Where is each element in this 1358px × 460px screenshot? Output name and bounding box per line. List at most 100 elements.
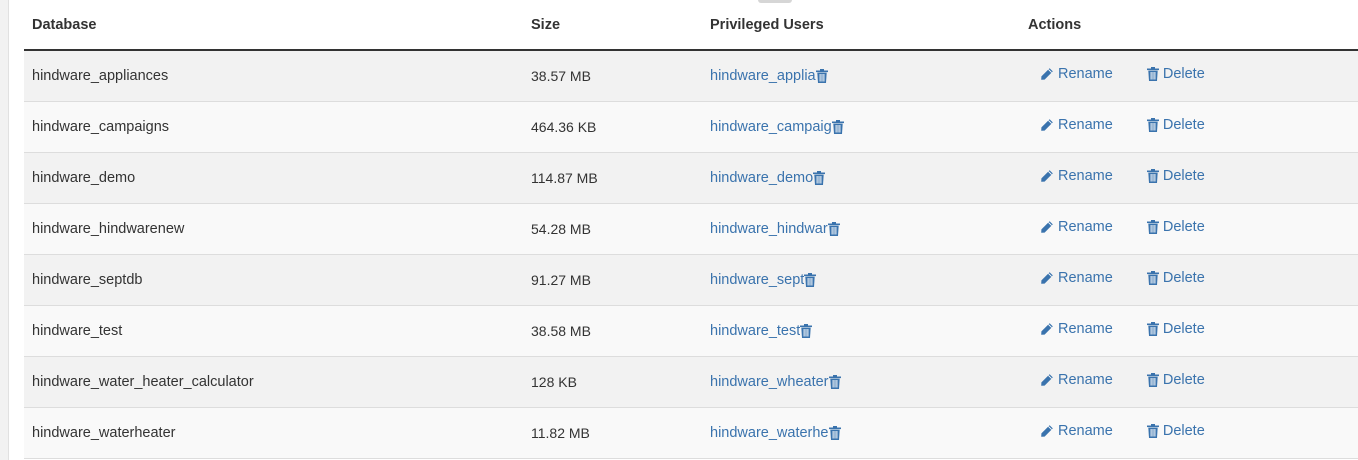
delete-label: Delete [1162, 423, 1205, 439]
delete-button[interactable]: Delete [1146, 168, 1205, 184]
privileged-user: hindware_campaig [710, 119, 844, 135]
database-name: hindware_appliances [24, 50, 523, 102]
privileged-users-cell: hindware_demo [702, 152, 1020, 204]
delete-label: Delete [1162, 270, 1205, 286]
actions-cell: Rename Delete [1020, 203, 1358, 255]
table-row: hindware_hindwarenew 54.28 MB hindware_h… [24, 203, 1358, 255]
privileged-user: hindware_test [710, 323, 813, 339]
trash-icon [1146, 322, 1159, 336]
table-row: hindware_campaigns 464.36 KB hindware_ca… [24, 101, 1358, 153]
delete-button[interactable]: Delete [1146, 270, 1205, 286]
trash-icon[interactable] [831, 119, 844, 134]
rename-button[interactable]: Rename [1040, 321, 1113, 337]
trash-icon [1146, 67, 1159, 82]
delete-label: Delete [1162, 168, 1205, 184]
database-size: 54.28 MB [523, 203, 702, 255]
pencil-icon [1040, 67, 1054, 81]
privileged-user-link[interactable]: hindware_campaig [710, 119, 832, 135]
table-row: hindware_waterheater 11.82 MB hindware_w… [24, 407, 1358, 459]
privileged-user-link[interactable]: hindware_demo [710, 170, 813, 186]
actions-cell: Rename Delete [1020, 152, 1358, 204]
rename-button[interactable]: Rename [1040, 219, 1113, 235]
actions-cell: Rename Delete [1020, 254, 1358, 306]
table-row: hindware_septdb 91.27 MB hindware_sept R… [24, 254, 1358, 306]
delete-button[interactable]: Delete [1146, 321, 1205, 337]
delete-button[interactable]: Delete [1146, 372, 1205, 388]
privileged-user: hindware_sept [710, 272, 817, 288]
rename-button[interactable]: Rename [1040, 423, 1113, 439]
trash-icon [1146, 271, 1159, 285]
size-column-header[interactable]: Size [523, 0, 702, 51]
database-size: 91.27 MB [523, 254, 702, 306]
trash-icon [1146, 373, 1159, 387]
trash-icon[interactable] [813, 170, 826, 185]
privileged-users-cell: hindware_waterhe [702, 407, 1020, 459]
actions-cell: Rename Delete [1020, 50, 1358, 102]
privileged-user-link[interactable]: hindware_test [710, 323, 800, 339]
rename-label: Rename [1058, 219, 1113, 235]
rename-label: Rename [1058, 168, 1113, 184]
trash-icon[interactable] [828, 425, 841, 440]
trash-icon [1146, 169, 1159, 183]
database-column-header[interactable]: Database [24, 0, 523, 51]
delete-button[interactable]: Delete [1146, 423, 1205, 439]
delete-label: Delete [1162, 321, 1205, 337]
privileged-users-cell: hindware_campaig [702, 101, 1020, 153]
pencil-icon [1040, 322, 1054, 336]
privileged-user-link[interactable]: hindware_waterhe [710, 425, 829, 441]
table-row: hindware_water_heater_calculator 128 KB … [24, 356, 1358, 408]
delete-button[interactable]: Delete [1146, 219, 1205, 235]
pencil-icon [1040, 220, 1054, 234]
privileged-users-cell: hindware_sept [702, 254, 1020, 306]
trash-icon[interactable] [827, 221, 840, 236]
delete-button[interactable]: Delete [1146, 117, 1205, 133]
privileged-users-cell: hindware_wheater [702, 356, 1020, 408]
privileged-users-column-header: Privileged Users [702, 0, 1020, 51]
actions-cell: Rename Delete [1020, 407, 1358, 459]
actions-cell: Rename Delete [1020, 356, 1358, 408]
privileged-user-link[interactable]: hindware_hindwar [710, 221, 828, 237]
left-panel-edge [0, 0, 9, 460]
rename-button[interactable]: Rename [1040, 168, 1113, 184]
trash-icon [1146, 220, 1159, 234]
database-size: 38.58 MB [523, 305, 702, 357]
trash-icon[interactable] [815, 68, 828, 83]
trash-icon[interactable] [828, 374, 841, 389]
rename-button[interactable]: Rename [1040, 66, 1113, 82]
rename-button[interactable]: Rename [1040, 372, 1113, 388]
delete-label: Delete [1162, 219, 1205, 235]
rename-label: Rename [1058, 270, 1113, 286]
database-size: 114.87 MB [523, 152, 702, 204]
database-name: hindware_hindwarenew [24, 203, 523, 255]
trash-icon[interactable] [800, 323, 813, 338]
privileged-user: hindware_applia [710, 68, 828, 84]
rename-label: Rename [1058, 372, 1113, 388]
table-row: hindware_test 38.58 MB hindware_test Ren… [24, 305, 1358, 357]
rename-button[interactable]: Rename [1040, 117, 1113, 133]
privileged-users-cell: hindware_applia [702, 50, 1020, 102]
delete-button[interactable]: Delete [1146, 66, 1205, 82]
privileged-user: hindware_waterhe [710, 425, 841, 441]
database-name: hindware_test [24, 305, 523, 357]
privileged-users-cell: hindware_hindwar [702, 203, 1020, 255]
trash-icon[interactable] [804, 272, 817, 287]
database-name: hindware_water_heater_calculator [24, 356, 523, 408]
actions-cell: Rename Delete [1020, 101, 1358, 153]
databases-page: Database Size Privileged Users Actions h… [0, 0, 1358, 460]
privileged-user-link[interactable]: hindware_wheater [710, 374, 829, 390]
rename-label: Rename [1058, 321, 1113, 337]
privileged-user-link[interactable]: hindware_applia [710, 68, 816, 84]
privileged-user-link[interactable]: hindware_sept [710, 272, 804, 288]
actions-column-header: Actions [1020, 0, 1358, 51]
database-size: 128 KB [523, 356, 702, 408]
database-name: hindware_campaigns [24, 101, 523, 153]
trash-icon [1146, 118, 1159, 132]
pencil-icon [1040, 271, 1054, 285]
privileged-user: hindware_hindwar [710, 221, 840, 237]
rename-button[interactable]: Rename [1040, 270, 1113, 286]
pencil-icon [1040, 169, 1054, 183]
table-header-row: Database Size Privileged Users Actions [24, 0, 1358, 51]
pencil-icon [1040, 424, 1054, 438]
rename-label: Rename [1058, 66, 1113, 83]
table-row: hindware_demo 114.87 MB hindware_demo Re… [24, 152, 1358, 204]
